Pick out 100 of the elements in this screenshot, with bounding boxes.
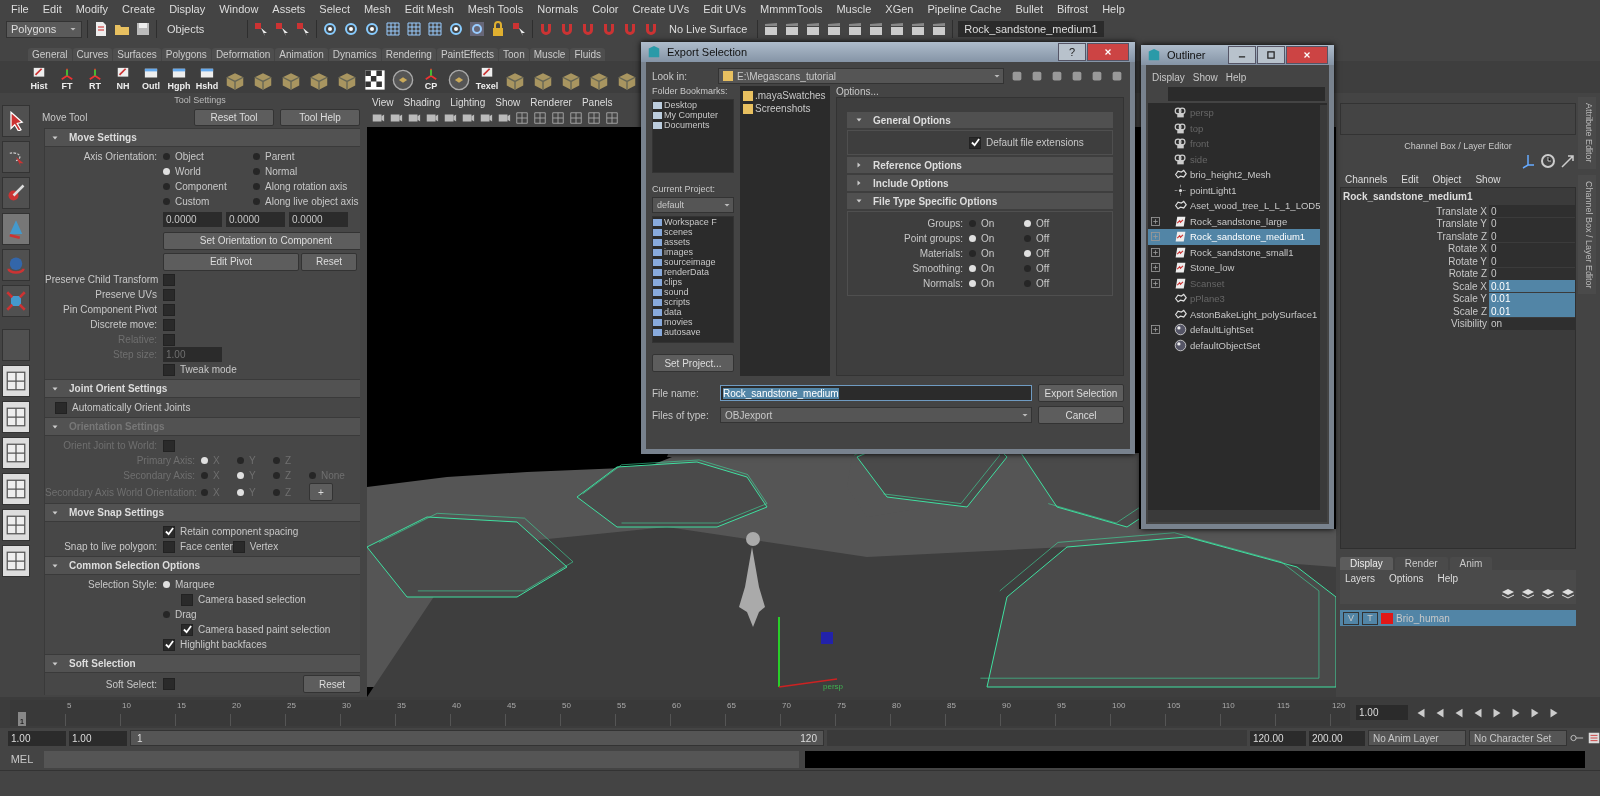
shelf-tab[interactable]: Muscle	[529, 48, 570, 61]
clapboard-icon[interactable]	[826, 21, 843, 37]
preferences-icon[interactable]	[1587, 731, 1600, 745]
tool-button[interactable]: Tool Help	[280, 108, 360, 126]
section-header[interactable]: Move Snap Settings	[44, 503, 360, 522]
range-slider[interactable]: 1 120	[130, 730, 824, 746]
viewport-menu-item[interactable]: Renderer	[525, 96, 577, 108]
menu-item[interactable]: Help	[1432, 572, 1464, 584]
menu-item[interactable]: Options	[1384, 572, 1429, 584]
expand-plus-icon[interactable]	[1151, 325, 1160, 335]
expand-plus-icon[interactable]	[1151, 278, 1160, 288]
radio-option[interactable]: Off	[1024, 278, 1050, 289]
menu-item[interactable]: Mesh	[356, 2, 398, 15]
side-tab[interactable]: Attribute Editor	[1578, 97, 1596, 169]
clapboard-icon[interactable]	[910, 21, 927, 37]
menu-item[interactable]: Modify	[68, 2, 116, 15]
shelf-button[interactable]: Hist	[28, 63, 50, 91]
menu-item[interactable]: Mesh Tools	[460, 2, 531, 15]
channel-value[interactable]: 0	[1489, 267, 1575, 280]
radio-option[interactable]: Off	[1024, 263, 1050, 274]
clapboard-icon[interactable]	[931, 21, 948, 37]
grid-icon[interactable]	[385, 21, 401, 37]
clock-icon[interactable]	[1540, 153, 1556, 169]
outliner-item[interactable]: Stone_low	[1148, 260, 1321, 276]
menu-item[interactable]: Help	[1225, 72, 1247, 83]
layer-color-swatch[interactable]	[1381, 612, 1393, 624]
radio-option[interactable]: Off	[1024, 233, 1050, 244]
object-name-field[interactable]: Rock_sandstone_medium1	[958, 21, 1104, 37]
folder-item[interactable]: scripts	[653, 297, 733, 307]
viewport-menu-item[interactable]: View	[367, 96, 399, 108]
outliner-item[interactable]: brio_height2_Mesh	[1148, 167, 1321, 183]
menu-item[interactable]: MmmmTools	[753, 2, 830, 15]
number-field[interactable]: 0.0000	[289, 212, 348, 227]
channel-value[interactable]: 0.01	[1489, 305, 1575, 318]
shelf-button[interactable]: Outl	[140, 63, 162, 91]
project-dropdown[interactable]: default	[652, 197, 734, 213]
menu-item[interactable]: Color	[585, 2, 626, 15]
viewport-menu-item[interactable]: Shading	[398, 96, 446, 108]
grid-icon[interactable]	[569, 111, 583, 125]
folder-entry[interactable]: .mayaSwatches	[743, 89, 827, 102]
shelf-tab[interactable]: Curves	[72, 48, 113, 61]
grid-icon[interactable]	[515, 111, 529, 125]
circle-icon[interactable]	[448, 69, 470, 91]
radio-option[interactable]: Normal	[253, 166, 298, 177]
look-in-dropdown[interactable]: E:\Megascans_tutorial	[718, 68, 1004, 84]
shelf-tab[interactable]: General	[28, 48, 72, 61]
maximize-button[interactable]	[1257, 46, 1285, 64]
tool-button[interactable]: Reset	[301, 252, 357, 271]
cancel-button[interactable]: Cancel	[1038, 406, 1124, 424]
filter-field[interactable]	[1168, 87, 1325, 101]
radio-option[interactable]: On	[969, 233, 1024, 244]
folder-item[interactable]: movies	[653, 317, 733, 327]
tool-button[interactable]: Set Orientation to Component	[163, 231, 360, 250]
window-icon[interactable]	[199, 67, 215, 81]
channel-value[interactable]: on	[1489, 317, 1575, 330]
playback-end-field[interactable]: 120.00	[1250, 730, 1306, 746]
outliner-item[interactable]: defaultObjectSet	[1148, 337, 1321, 353]
channel-value[interactable]: 0	[1489, 205, 1575, 218]
axis-icon[interactable]	[1520, 153, 1536, 169]
layout-icon[interactable]	[6, 443, 26, 463]
menu-item[interactable]: Create UVs	[625, 2, 697, 15]
menu-item[interactable]: Display	[1152, 72, 1185, 83]
viewport-menu-item[interactable]: Show	[490, 96, 526, 108]
shelf-button[interactable]: RT	[84, 63, 106, 91]
folder-item[interactable]: sound	[653, 287, 733, 297]
layout-icon[interactable]	[6, 479, 26, 499]
radio-option[interactable]: World	[163, 166, 253, 177]
shelf-button[interactable]: Texel	[476, 63, 498, 91]
menu-item[interactable]: Edit UVs	[696, 2, 754, 15]
checkbox-option[interactable]: Face center	[163, 540, 233, 553]
shelf-tab[interactable]: Rendering	[381, 48, 436, 61]
arrow-up-icon[interactable]	[1050, 69, 1064, 83]
menu-item[interactable]: Help	[1095, 2, 1132, 15]
detail-view-icon[interactable]	[1110, 69, 1124, 83]
channel-value[interactable]: 0.01	[1489, 292, 1575, 305]
command-language-label[interactable]: MEL	[6, 753, 38, 765]
minimize-button[interactable]	[1228, 46, 1256, 64]
checkbox-option[interactable]: Retain component spacing	[163, 525, 299, 538]
folder-item[interactable]: renderData	[653, 267, 733, 277]
grid-icon[interactable]	[605, 111, 619, 125]
bookmark-item[interactable]: Documents	[653, 120, 733, 130]
grid-icon[interactable]	[551, 111, 565, 125]
expand-plus-icon[interactable]	[1151, 216, 1160, 226]
radio-option[interactable]: On	[969, 263, 1024, 274]
radio-option[interactable]: Along live object axis	[253, 196, 359, 207]
section-header[interactable]: General Options	[847, 112, 1113, 128]
menu-item[interactable]: Normals	[530, 2, 586, 15]
shelf-button[interactable]: Hshd	[196, 63, 218, 91]
shelf-tab[interactable]: Animation	[275, 48, 328, 61]
menu-set-dropdown[interactable]: Polygons	[6, 20, 82, 38]
folder-item[interactable]: data	[653, 307, 733, 317]
clapboard-icon[interactable]	[784, 21, 801, 37]
expand-plus-icon[interactable]	[1151, 247, 1160, 257]
menu-item[interactable]: Layers	[1340, 572, 1380, 584]
layer-tab[interactable]: Anim	[1449, 557, 1493, 570]
tool-button[interactable]: Edit Pivot	[163, 252, 299, 271]
folder-item[interactable]: clips	[653, 277, 733, 287]
start-time-field[interactable]: 1.00	[8, 730, 66, 746]
checkbox-option[interactable]: Tweak mode	[163, 363, 237, 376]
menu-item[interactable]: Pipeline Cache	[920, 2, 1009, 15]
